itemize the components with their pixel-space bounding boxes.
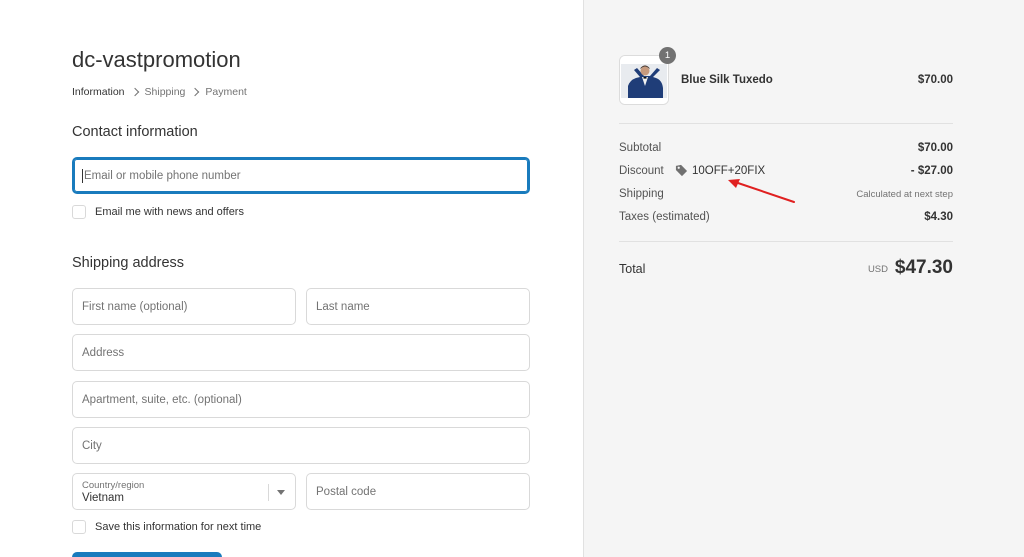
taxes-label: Taxes (estimated) <box>619 211 710 223</box>
subtotal-label: Subtotal <box>619 142 662 154</box>
apartment-input[interactable]: Apartment, suite, etc. (optional) <box>72 381 530 418</box>
last-name-input[interactable]: Last name <box>306 288 530 325</box>
email-input[interactable]: Email or mobile phone number <box>72 157 530 194</box>
email-placeholder: Email or mobile phone number <box>84 169 241 182</box>
country-select[interactable]: Country/region Vietnam <box>72 473 296 510</box>
save-info-row[interactable]: Save this information for next time <box>72 520 261 534</box>
tag-icon <box>675 164 688 177</box>
save-info-label: Save this information for next time <box>95 521 262 533</box>
country-value: Vietnam <box>82 492 124 504</box>
contact-section-title: Contact information <box>72 124 198 140</box>
save-info-checkbox[interactable] <box>72 520 86 534</box>
city-placeholder: City <box>82 439 102 452</box>
product-price: $70.00 <box>917 74 953 86</box>
product-thumbnail <box>619 55 669 105</box>
country-label: Country/region <box>82 480 145 491</box>
apartment-placeholder: Apartment, suite, etc. (optional) <box>82 393 242 406</box>
product-name: Blue Silk Tuxedo <box>681 74 773 86</box>
breadcrumb-payment: Payment <box>205 86 247 98</box>
select-divider <box>268 484 269 501</box>
newsletter-row[interactable]: Email me with news and offers <box>72 205 244 219</box>
discount-label: Discount <box>619 165 664 177</box>
last-name-placeholder: Last name <box>316 300 370 313</box>
city-input[interactable]: City <box>72 427 530 464</box>
total-currency: USD <box>867 264 888 275</box>
breadcrumb-information[interactable]: Information <box>72 86 125 98</box>
shipping-value: Calculated at next step <box>856 189 953 200</box>
checkout-main: dc-vastpromotion Information Shipping Pa… <box>0 0 583 557</box>
product-image <box>620 56 668 104</box>
chevron-right-icon <box>130 87 139 97</box>
address-placeholder: Address <box>82 346 125 359</box>
newsletter-checkbox[interactable] <box>72 205 86 219</box>
shop-name[interactable]: dc-vastpromotion <box>72 47 241 73</box>
first-name-placeholder: First name (optional) <box>82 300 188 313</box>
address-input[interactable]: Address <box>72 334 530 371</box>
breadcrumb-shipping: Shipping <box>144 86 186 98</box>
total-amount: $47.30 <box>894 257 953 278</box>
discount-code: 10OFF+20FIX <box>675 164 765 177</box>
taxes-value: $4.30 <box>924 211 953 223</box>
shipping-section-title: Shipping address <box>72 255 185 271</box>
continue-to-shipping-button[interactable] <box>72 552 222 557</box>
chevron-down-icon <box>277 490 285 495</box>
discount-code-text: 10OFF+20FIX <box>692 164 766 177</box>
quantity-badge: 1 <box>659 47 676 64</box>
breadcrumb: Information Shipping Payment <box>72 86 247 98</box>
text-caret <box>82 168 83 183</box>
subtotal-value: $70.00 <box>917 142 953 154</box>
postal-code-placeholder: Postal code <box>316 485 377 498</box>
summary-divider <box>619 123 953 124</box>
postal-code-input[interactable]: Postal code <box>306 473 530 510</box>
shipping-label: Shipping <box>619 188 664 200</box>
chevron-right-icon <box>191 87 200 97</box>
newsletter-label: Email me with news and offers <box>95 206 244 218</box>
red-arrow-annotation <box>728 179 795 203</box>
first-name-input[interactable]: First name (optional) <box>72 288 296 325</box>
total-divider <box>619 241 953 242</box>
total-label: Total <box>619 262 646 276</box>
discount-value: - $27.00 <box>910 165 953 177</box>
